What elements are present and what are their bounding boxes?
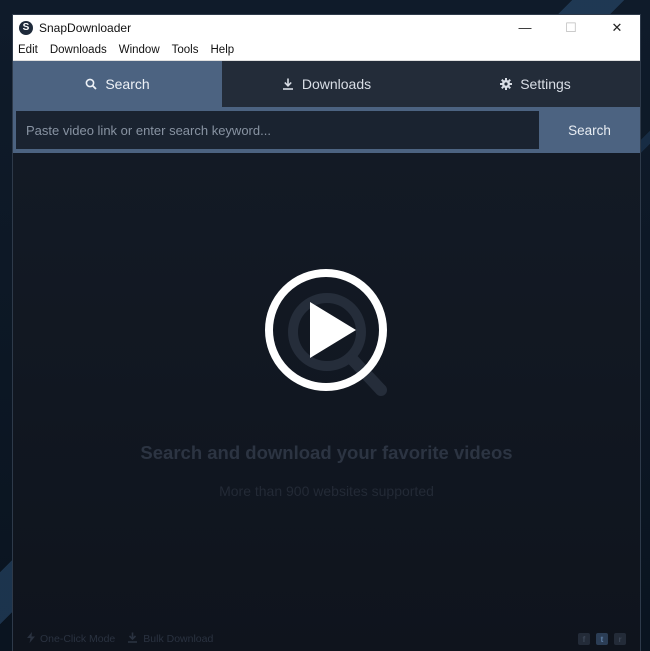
bulk-download-button[interactable]: Bulk Download — [127, 632, 213, 646]
social-links: f t r — [578, 633, 626, 645]
one-click-mode-toggle[interactable]: One-Click Mode — [27, 632, 115, 646]
tab-search-label: Search — [105, 76, 150, 92]
empty-state: Search and download your favorite videos… — [13, 153, 640, 651]
empty-state-title: Search and download your favorite videos — [140, 442, 513, 463]
menu-window[interactable]: Window — [113, 44, 166, 56]
menu-edit[interactable]: Edit — [13, 44, 44, 56]
gear-icon — [500, 78, 513, 90]
menu-bar: Edit Downloads Window Tools Help — [13, 40, 640, 61]
bulk-download-label: Bulk Download — [143, 633, 214, 645]
lightning-icon — [27, 632, 35, 646]
bulk-download-icon — [127, 632, 138, 646]
one-click-mode-label: One-Click Mode — [40, 633, 116, 645]
play-icon[interactable] — [264, 268, 388, 392]
menu-downloads[interactable]: Downloads — [44, 44, 113, 56]
download-icon — [282, 78, 294, 90]
tab-search[interactable]: Search — [13, 61, 222, 107]
main-tabs: Search Downloads Settings — [13, 61, 640, 107]
menu-help[interactable]: Help — [205, 44, 241, 56]
window-title: SnapDownloader — [39, 20, 132, 35]
twitter-icon[interactable]: t — [596, 633, 608, 645]
maximize-button[interactable]: ☐ — [548, 15, 594, 40]
search-input[interactable] — [16, 111, 539, 149]
tab-downloads[interactable]: Downloads — [222, 61, 431, 107]
search-button[interactable]: Search — [539, 107, 640, 153]
footer-bar: One-Click Mode Bulk Download f t r — [13, 626, 640, 651]
close-button[interactable]: ✕ — [594, 15, 640, 40]
menu-tools[interactable]: Tools — [166, 44, 205, 56]
app-window: S SnapDownloader — ☐ ✕ Edit Downloads Wi… — [13, 15, 640, 651]
window-controls: — ☐ ✕ — [502, 15, 640, 40]
tab-settings-label: Settings — [520, 76, 571, 92]
minimize-button[interactable]: — — [502, 15, 548, 40]
reddit-icon[interactable]: r — [614, 633, 626, 645]
tab-settings[interactable]: Settings — [431, 61, 640, 107]
facebook-icon[interactable]: f — [578, 633, 590, 645]
empty-state-subtitle: More than 900 websites supported — [219, 483, 434, 499]
tab-downloads-label: Downloads — [301, 76, 372, 92]
logo-letter: S — [22, 21, 30, 33]
search-icon — [85, 78, 97, 90]
app-logo-icon: S — [19, 20, 33, 35]
search-bar: Search — [13, 107, 640, 153]
title-bar: S SnapDownloader — ☐ ✕ — [13, 15, 640, 40]
